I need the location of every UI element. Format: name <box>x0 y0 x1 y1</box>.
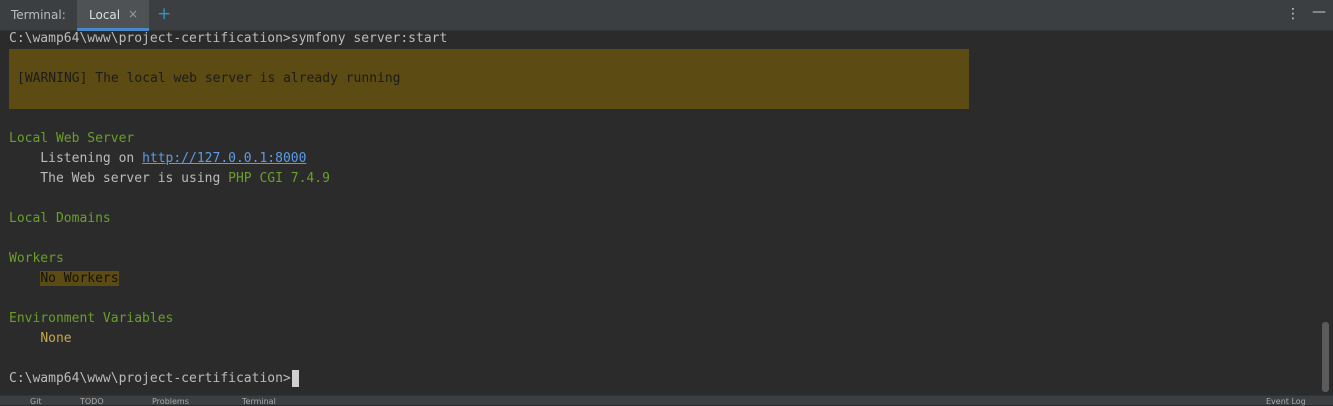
workers-line: No Workers <box>9 269 119 289</box>
env-heading: Environment Variables <box>9 311 174 326</box>
more-options-icon[interactable]: ⋮ <box>1286 6 1300 22</box>
php-version: PHP CGI 7.4.9 <box>228 171 330 186</box>
server-url-link[interactable]: http://127.0.0.1:8000 <box>142 151 306 166</box>
using-prefix: The Web server is using <box>9 171 229 186</box>
add-tab-icon[interactable]: + <box>157 4 171 24</box>
env-line: None <box>9 329 72 349</box>
close-icon[interactable]: × <box>128 7 138 21</box>
terminal-tool-button[interactable]: Terminal <box>242 397 276 406</box>
event-log-button[interactable]: Event Log <box>1266 397 1306 406</box>
todo-tool-button[interactable]: TODO <box>80 397 104 406</box>
listening-prefix: Listening on <box>9 151 143 166</box>
php-line: The Web server is using PHP CGI 7.4.9 <box>9 169 330 189</box>
minimize-icon[interactable]: — <box>1312 4 1326 20</box>
command-line: C:\wamp64\www\project-certification>symf… <box>9 31 448 46</box>
tab-local-label: Local <box>89 8 121 22</box>
domains-heading: Local Domains <box>9 211 111 226</box>
warning-text: [WARNING] The local web server is alread… <box>17 71 401 86</box>
prompt-line[interactable]: C:\wamp64\www\project-certification> <box>9 369 299 389</box>
workers-value: No Workers <box>40 271 119 286</box>
web-server-heading: Local Web Server <box>9 131 135 146</box>
problems-tool-button[interactable]: Problems <box>152 397 189 406</box>
terminal-tab-bar: Terminal: Local × + ⋮ — <box>0 0 1333 31</box>
text-cursor <box>291 370 299 387</box>
terminal-output[interactable]: C:\wamp64\www\project-certification>symf… <box>0 31 1320 394</box>
workers-heading: Workers <box>9 251 64 266</box>
git-tool-button[interactable]: Git <box>30 397 42 406</box>
tab-local[interactable]: Local × <box>77 0 149 31</box>
terminal-label: Terminal: <box>11 8 66 22</box>
prompt: C:\wamp64\www\project-certification> <box>9 371 291 386</box>
vertical-scrollbar[interactable] <box>1322 322 1329 392</box>
listening-line: Listening on http://127.0.0.1:8000 <box>9 149 306 169</box>
env-value: None <box>40 331 72 346</box>
